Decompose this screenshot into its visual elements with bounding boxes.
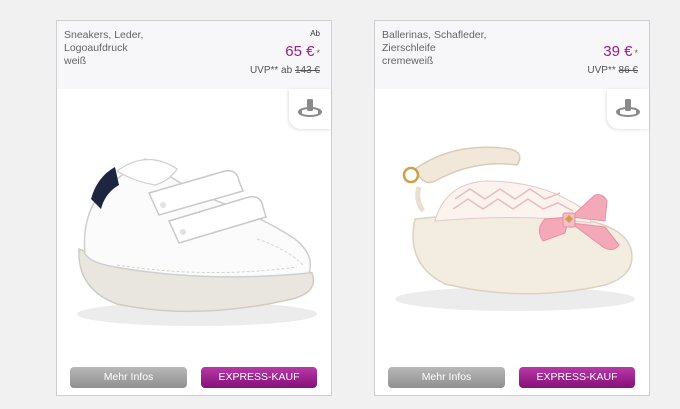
card-actions: Mehr Infos EXPRESS-KAUF [57,363,331,395]
uvp-label: UVP** [587,65,616,76]
product-info: Ballerinas, Schafleder, Zierschleife cre… [375,21,649,89]
more-info-button[interactable]: Mehr Infos [70,367,187,388]
product-card-sneakers[interactable]: Sneakers, Leder, Logoaufdruck weiß Ab 65… [56,20,332,396]
rotate-360-button[interactable] [289,89,331,129]
product-card-ballerinas[interactable]: Ballerinas, Schafleder, Zierschleife cre… [374,20,650,396]
product-name-block: Sneakers, Leder, Logoaufdruck weiß [64,29,204,68]
uvp-label: UVP** ab [249,65,293,76]
sneaker-image [77,158,317,326]
product-name-block: Ballerinas, Schafleder, Zierschleife cre… [382,29,522,68]
rotate-360-icon [298,99,322,117]
product-image-ballerinas[interactable] [375,89,649,365]
price-footnote-star: * [634,48,638,58]
product-color: weiß [64,55,87,67]
price-value: 65 € [285,43,315,60]
uvp-value: 143 € [294,65,320,76]
card-actions: Mehr Infos EXPRESS-KAUF [375,363,649,395]
price-value: 39 € [603,43,633,60]
product-color: cremeweiß [382,55,434,67]
product-image-sneakers[interactable] [57,89,331,365]
express-buy-button[interactable]: EXPRESS-KAUF [519,367,635,388]
rotate-360-button[interactable] [607,89,649,129]
product-price: 39 € * [603,43,638,60]
express-buy-button[interactable]: EXPRESS-KAUF [201,367,317,388]
product-price: 65 € * [285,43,320,60]
uvp-value: 86 € [618,65,638,76]
product-info: Sneakers, Leder, Logoaufdruck weiß Ab 65… [57,21,331,89]
product-name[interactable]: Sneakers, Leder, Logoaufdruck [64,29,143,54]
ballerina-image [395,146,635,311]
price-footnote-star: * [316,48,320,58]
uvp-price: UVP** 86 € [587,65,638,76]
rotate-360-icon [616,99,640,117]
uvp-price: UVP** ab 143 € [250,65,320,76]
more-info-button[interactable]: Mehr Infos [388,367,505,388]
price-prefix: Ab [310,29,320,38]
product-name[interactable]: Ballerinas, Schafleder, Zierschleife [382,29,486,54]
